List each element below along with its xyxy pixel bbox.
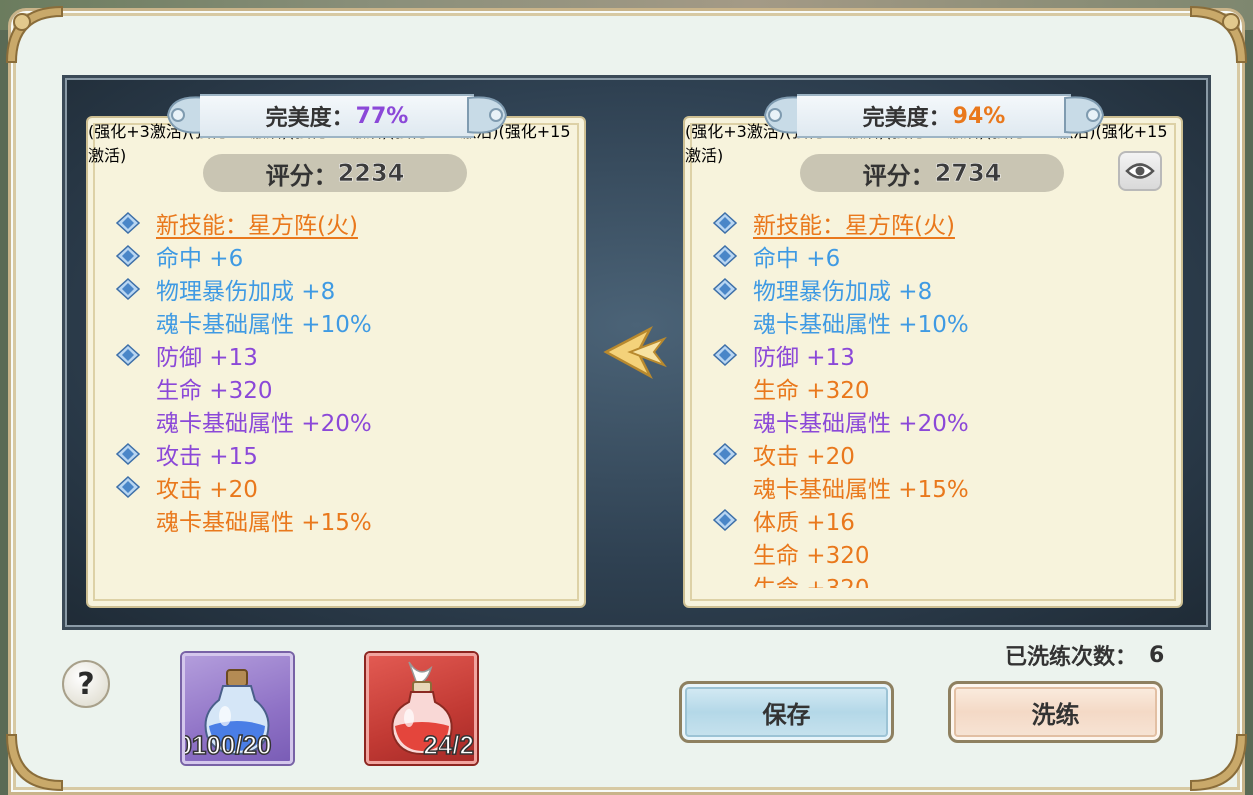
wash-count-value: 6	[1149, 642, 1165, 668]
perfection-text: 完美度： 94%	[797, 94, 1071, 138]
attribute-line: 魂卡基础属性 +20%	[156, 404, 372, 437]
diamond-gem-icon	[713, 443, 737, 465]
attribute-text: 生命 +320	[753, 542, 870, 569]
attribute-line: 魂卡基础属性 +15%	[156, 503, 372, 536]
wash-button[interactable]: 洗练	[948, 681, 1163, 743]
attribute-text: 命中 +6	[753, 245, 841, 272]
preview-eye-button[interactable]	[1118, 151, 1162, 191]
attribute-text: 体质 +16	[753, 509, 855, 536]
attribute-line: 生命 +320	[753, 536, 869, 569]
perfection-banner-right: 完美度： 94%	[759, 88, 1109, 142]
corner-ornament-icon	[1190, 5, 1248, 63]
purple-potion-slot[interactable]: 10100/20	[182, 653, 293, 764]
wash-count-label: 已洗练次数：	[1005, 645, 1138, 670]
attribute-text: 魂卡基础属性 +10%	[156, 311, 372, 338]
diamond-gem-icon	[116, 212, 140, 234]
attribute-text: 防御 +13	[156, 344, 258, 371]
score-label: 评分：	[265, 161, 338, 190]
attribute-text: 物理暴伤加成 +8	[753, 278, 933, 305]
diamond-gem-icon	[116, 344, 140, 366]
save-button-label: 保存	[762, 700, 811, 729]
save-button[interactable]: 保存	[679, 681, 894, 743]
perfection-label: 完美度：	[862, 106, 951, 131]
eye-icon	[1125, 163, 1155, 179]
attribute-line: 命中 +6	[116, 239, 244, 272]
score-value: 2234	[337, 159, 405, 188]
attribute-line: 防御 +13	[713, 338, 855, 371]
diamond-gem-icon	[713, 245, 737, 267]
diamond-gem-icon	[116, 245, 140, 267]
attribute-text: 物理暴伤加成 +8	[156, 278, 336, 305]
attribute-line: 魂卡基础属性 +15%	[753, 470, 969, 503]
attribute-line: 新技能：星方阵(火)	[713, 206, 955, 239]
corner-ornament-icon	[5, 734, 63, 792]
attribute-text: 攻击 +15	[156, 443, 258, 470]
attribute-text: 魂卡基础属性 +10%	[753, 311, 969, 338]
attribute-text: 生命 +320	[753, 569, 869, 589]
score-value: 2734	[934, 159, 1002, 188]
diamond-gem-icon	[116, 443, 140, 465]
attribute-text: 新技能：星方阵(火)	[156, 212, 358, 239]
diamond-gem-icon	[713, 212, 737, 234]
red-potion-slot[interactable]: 24/2	[366, 653, 477, 764]
attribute-text: 魂卡基础属性 +15%	[156, 509, 372, 536]
attribute-text: 魂卡基础属性 +20%	[753, 410, 969, 437]
wash-button-label: 洗练	[1031, 700, 1080, 729]
diamond-gem-icon	[116, 278, 140, 300]
red-potion-count: 24/2	[423, 729, 474, 761]
attribute-line: 魂卡基础属性 +10%	[753, 305, 969, 338]
attribute-line: 命中 +6	[713, 239, 841, 272]
attribute-text: 防御 +13	[753, 344, 855, 371]
perfection-value: 77%	[355, 103, 409, 129]
corner-ornament-icon	[5, 5, 63, 63]
attribute-line: 防御 +13	[116, 338, 258, 371]
score-pill-left: 评分： 2234	[203, 154, 467, 192]
diamond-gem-icon	[713, 344, 737, 366]
diamond-gem-icon	[713, 278, 737, 300]
attribute-line: 生命 +320	[753, 371, 869, 404]
score-pill-right: 评分： 2734	[800, 154, 1064, 192]
perfection-text: 完美度： 77%	[200, 94, 474, 138]
attribute-line: 攻击 +20	[713, 437, 855, 470]
arrow-left-icon	[603, 326, 667, 380]
help-label: ?	[77, 666, 95, 702]
score-label: 评分：	[862, 161, 935, 190]
attribute-text: 魂卡基础属性 +20%	[156, 410, 372, 437]
attribute-line: 物理暴伤加成 +8	[713, 272, 933, 305]
attribute-line: 攻击 +15	[116, 437, 258, 470]
corner-ornament-icon	[1190, 734, 1248, 792]
attribute-line: 生命 +320	[156, 371, 272, 404]
attribute-line: 生命 +320	[753, 569, 869, 589]
attribute-text: 新技能：星方阵(火)	[753, 212, 955, 239]
perfection-value: 94%	[952, 103, 1006, 129]
purple-potion-count: 10100/20	[185, 729, 272, 761]
perfection-label: 完美度：	[265, 106, 354, 131]
perfection-banner-left: 完美度： 77%	[162, 88, 512, 142]
attribute-text: 魂卡基础属性 +15%	[753, 476, 969, 503]
help-button[interactable]: ?	[62, 660, 110, 708]
wash-count: 已洗练次数： 6	[1005, 640, 1165, 671]
attribute-text: 生命 +320	[753, 377, 870, 404]
diamond-gem-icon	[116, 476, 140, 498]
attribute-line: 攻击 +20	[116, 470, 258, 503]
attribute-line: 魂卡基础属性 +10%	[156, 305, 372, 338]
attribute-text: 生命 +320	[156, 377, 273, 404]
attribute-line: 魂卡基础属性 +20%	[753, 404, 969, 437]
attribute-line: 体质 +16	[713, 503, 855, 536]
diamond-gem-icon	[713, 509, 737, 531]
attribute-text: 攻击 +20	[753, 443, 855, 470]
attribute-line: 物理暴伤加成 +8	[116, 272, 336, 305]
attribute-text: 命中 +6	[156, 245, 244, 272]
attribute-line: 新技能：星方阵(火)	[116, 206, 358, 239]
attribute-text: 攻击 +20	[156, 476, 258, 503]
